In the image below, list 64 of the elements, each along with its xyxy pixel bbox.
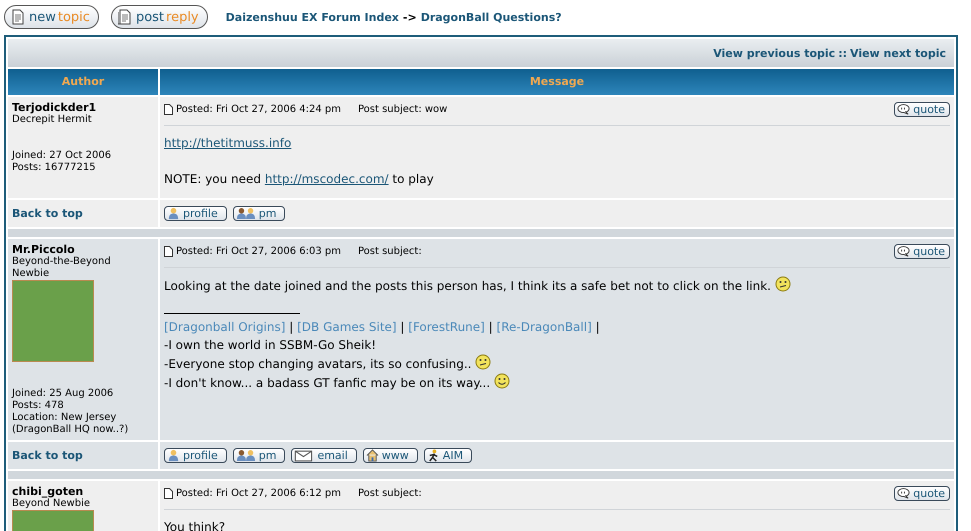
- post-date: Posted: Fri Oct 27, 2006 4:24 pm: [176, 104, 341, 115]
- person-icon: [167, 207, 180, 220]
- author-detail: Location: New Jersey (DragonBall HQ now..?): [12, 412, 130, 436]
- confused-smiley-icon: [475, 354, 492, 370]
- profile-button[interactable]: profile: [164, 206, 227, 221]
- post-icon: [164, 488, 173, 499]
- post-reply-button[interactable]: post reply: [110, 5, 208, 29]
- author-detail: Joined: 25 Aug 2006: [12, 388, 114, 400]
- forum-link[interactable]: DragonBall Questions?: [420, 10, 562, 24]
- post-text: -Everyone stop changing avatars, its so confusing..: [164, 354, 950, 373]
- author-rank: Beyond-the-Beyond Newbie: [12, 256, 112, 280]
- nav-separator: ::: [838, 46, 847, 60]
- post-subject: Post subject:: [358, 488, 422, 499]
- pm-button[interactable]: pm: [232, 206, 286, 221]
- post-link[interactable]: http://thetitmuss.info: [164, 136, 292, 150]
- author-detail: Posts: 478: [12, 400, 65, 412]
- quote-button[interactable]: quote: [894, 102, 950, 117]
- two-people-icon: [236, 449, 256, 462]
- post-text: NOTE: you need http://mscodec.com/ to play: [164, 171, 435, 188]
- author-name: chibi_goten: [12, 485, 84, 498]
- post-text: -I own the world in SSBM-Go Sheik!: [164, 337, 378, 354]
- running-figure-icon: [426, 449, 440, 462]
- quote-button[interactable]: quote: [894, 486, 950, 501]
- envelope-icon: [294, 449, 314, 462]
- post-text: You think?: [164, 519, 226, 531]
- document-icon: [118, 9, 132, 25]
- post-date: Posted: Fri Oct 27, 2006 6:03 pm: [176, 246, 341, 257]
- next-topic-link[interactable]: View next topic: [850, 46, 946, 60]
- post-text: -I don't know... a badass GT fanfic may be on its way...: [164, 373, 950, 392]
- confused-smiley-icon: [775, 276, 791, 292]
- post-text: [Dragonball Origins] | [DB Games Site] | [ForestRune] | [Re-DragonBall] |: [164, 319, 601, 336]
- author-rank: Beyond Newbie: [12, 498, 92, 510]
- previous-topic-link[interactable]: View previous topic: [713, 46, 836, 60]
- breadcrumb-separator: ->: [402, 10, 417, 24]
- email-button[interactable]: email: [291, 448, 357, 463]
- author-detail: Posts: 16777215: [12, 162, 97, 174]
- pm-button[interactable]: pm: [232, 448, 286, 463]
- document-icon: [11, 9, 25, 25]
- author-name: Terjodickder1: [12, 101, 98, 114]
- new-topic-button[interactable]: newtopic: [4, 5, 99, 29]
- house-icon: [366, 449, 379, 462]
- speech-bubble-icon: [897, 103, 910, 116]
- profile-button[interactable]: profile: [164, 448, 227, 463]
- author-detail: Joined: 27 Oct 2006: [12, 150, 112, 162]
- person-icon: [167, 449, 180, 462]
- column-header: Author: [8, 69, 158, 95]
- forum-index-link[interactable]: Daizenshuu EX Forum Index: [226, 10, 399, 24]
- smiley-icon: [494, 373, 510, 389]
- post-date: Posted: Fri Oct 27, 2006 6:12 pm: [176, 488, 341, 499]
- column-header: Message: [160, 69, 954, 95]
- post-icon: [164, 246, 173, 257]
- speech-bubble-icon: [897, 487, 910, 500]
- post-text: Looking at the date joined and the posts this person has, I think its a safe bet not to click on the link.: [164, 276, 950, 295]
- two-people-icon: [236, 207, 256, 220]
- post-icon: [164, 104, 173, 115]
- www-button[interactable]: www: [362, 448, 418, 463]
- author-name: Mr.Piccolo: [12, 243, 76, 256]
- speech-bubble-icon: [897, 245, 910, 258]
- post-subject: Post subject:: [358, 246, 422, 257]
- post-subject: Post subject: wow: [358, 104, 448, 115]
- author-rank: Decrepit Hermit: [12, 114, 93, 126]
- quote-button[interactable]: quote: [894, 244, 950, 259]
- aim-button[interactable]: AIM: [424, 448, 472, 463]
- post-link[interactable]: http://mscodec.com/: [264, 172, 389, 186]
